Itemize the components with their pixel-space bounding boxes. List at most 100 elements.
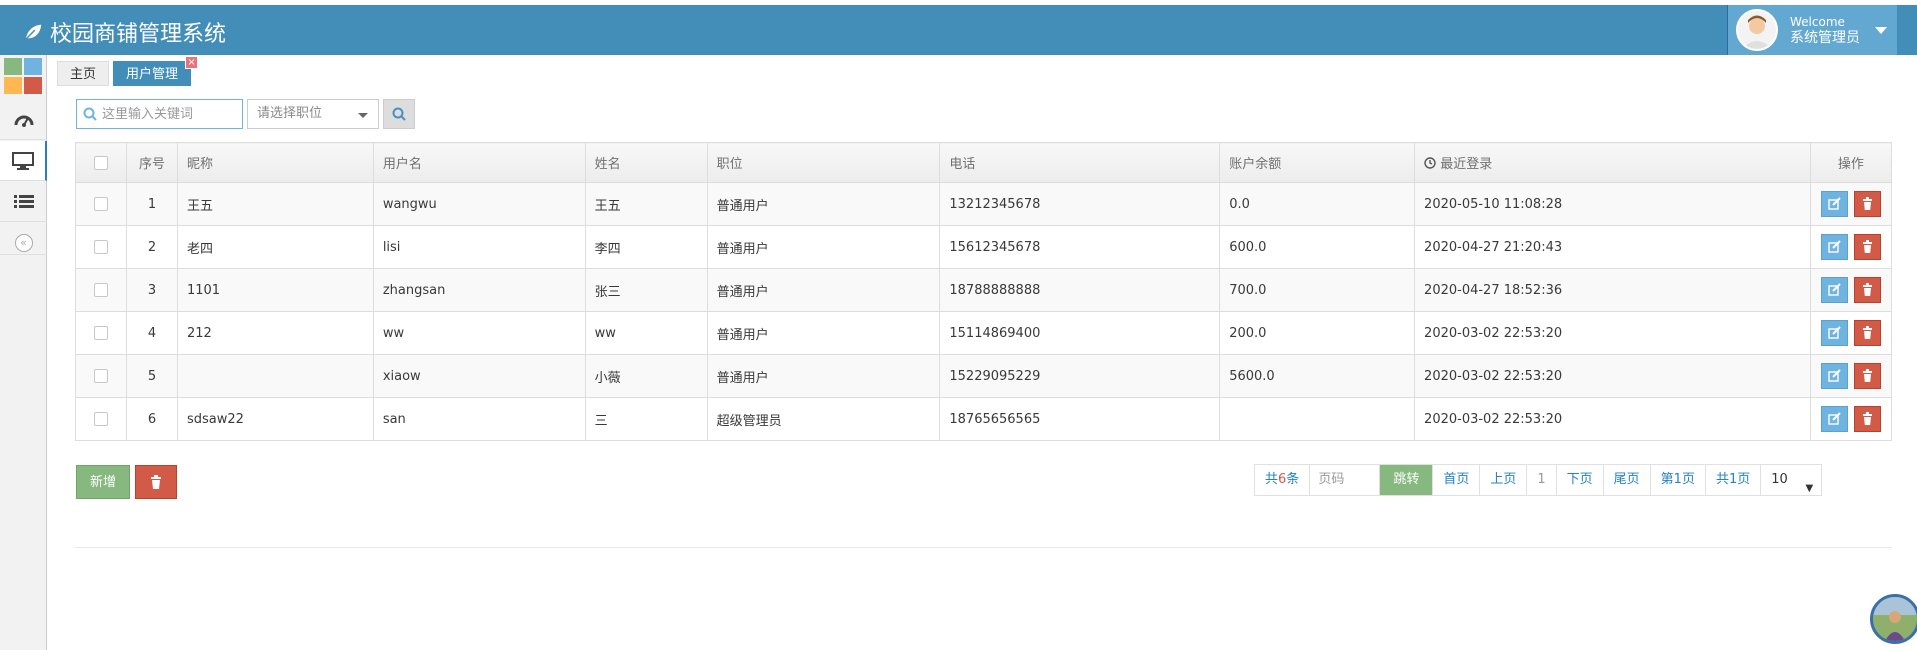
pagination: 共6条 跳转 首页 上页 1 下页 尾页 第1页 共1页 10 ▼: [1254, 464, 1823, 496]
edit-button[interactable]: [1820, 234, 1848, 260]
double-chevron-left-icon: «: [14, 233, 33, 252]
close-icon[interactable]: ×: [185, 56, 199, 69]
total-suffix: 条: [1286, 472, 1300, 487]
cell-no: 6: [125, 397, 178, 441]
col-header-last-login[interactable]: 最近登录: [1414, 142, 1811, 183]
col-header-name[interactable]: 姓名: [584, 142, 708, 183]
current-page: 1: [1527, 465, 1557, 495]
shortcut-grid[interactable]: [4, 58, 42, 94]
col-header-role[interactable]: 职位: [706, 142, 941, 183]
prev-page-link[interactable]: 上页: [1480, 465, 1528, 495]
role-select[interactable]: 请选择职位: [247, 99, 379, 129]
cell-phone: 18788888888: [939, 268, 1221, 312]
delete-button[interactable]: [1853, 363, 1881, 389]
select-all-checkbox[interactable]: [93, 155, 108, 170]
sidebar-item-list[interactable]: [0, 182, 47, 222]
trash-icon: [1862, 197, 1872, 210]
edit-button[interactable]: [1820, 277, 1848, 303]
trash-icon: [1862, 412, 1872, 425]
cell-username: lisi: [372, 225, 586, 269]
cell-role: 普通用户: [706, 354, 941, 398]
caret-down-icon: ▼: [1805, 483, 1814, 494]
search-input[interactable]: [102, 106, 237, 122]
edit-button[interactable]: [1820, 406, 1848, 432]
sidebar-item-desktop[interactable]: [0, 141, 47, 181]
row-checkbox[interactable]: [93, 369, 108, 383]
table-row: 6 sdsaw22 san 三 超级管理员 18765656565 2020-0…: [75, 397, 1893, 441]
cell-last-login: 2020-03-02 22:53:20: [1414, 354, 1811, 398]
cell-balance: 200.0: [1219, 311, 1416, 355]
first-page-link[interactable]: 首页: [1433, 465, 1481, 495]
edit-icon: [1828, 240, 1841, 253]
cell-phone: 15612345678: [939, 225, 1221, 269]
jump-button[interactable]: 跳转: [1380, 465, 1434, 495]
cell-no: 3: [125, 268, 178, 312]
floating-avatar[interactable]: [1870, 594, 1917, 644]
row-checkbox[interactable]: [93, 283, 108, 297]
delete-button[interactable]: [1853, 277, 1881, 303]
edit-button[interactable]: [1820, 191, 1848, 217]
row-checkbox[interactable]: [93, 326, 108, 340]
sidebar-collapse-button[interactable]: «: [0, 231, 47, 255]
list-icon: [13, 194, 34, 208]
add-button[interactable]: 新增: [76, 465, 130, 499]
cell-name: 张三: [584, 268, 708, 312]
tab-user-management[interactable]: 用户管理 ×: [113, 56, 199, 86]
trash-icon: [1862, 326, 1872, 339]
shortcut-blue[interactable]: [24, 58, 42, 75]
row-checkbox[interactable]: [93, 412, 108, 426]
app-title: 校园商铺管理系统: [50, 22, 227, 47]
delete-button[interactable]: [1853, 234, 1881, 260]
edit-icon: [1828, 197, 1841, 210]
page-of: 第1页: [1651, 465, 1706, 495]
welcome-text: Welcome: [1790, 15, 1845, 29]
row-checkbox[interactable]: [93, 240, 108, 254]
cell-balance: [1219, 397, 1416, 441]
shortcut-orange[interactable]: [4, 77, 22, 94]
desktop-icon: [11, 151, 34, 170]
page-input-wrap: [1310, 465, 1381, 495]
row-checkbox[interactable]: [93, 197, 108, 211]
search-icon: [392, 107, 406, 121]
delete-button[interactable]: [1853, 320, 1881, 346]
edit-button[interactable]: [1820, 320, 1848, 346]
cell-no: 5: [125, 354, 178, 398]
col-header-last-login-label: 最近登录: [1440, 157, 1493, 172]
tab-home[interactable]: 主页: [57, 61, 110, 86]
col-header-nickname[interactable]: 昵称: [176, 142, 374, 183]
user-name: 系统管理员: [1790, 30, 1860, 46]
cell-nickname: 王五: [176, 182, 374, 226]
cell-actions: [1809, 225, 1893, 269]
user-menu[interactable]: Welcome 系统管理员: [1727, 5, 1897, 55]
search-button[interactable]: [383, 99, 415, 129]
table-row: 5 xiaow 小薇 普通用户 15229095229 5600.0 2020-…: [75, 354, 1893, 398]
cell-name: ww: [584, 311, 708, 355]
col-header-no[interactable]: 序号: [125, 142, 178, 183]
cell-phone: 13212345678: [939, 182, 1221, 226]
edit-button[interactable]: [1820, 363, 1848, 389]
leaf-icon: [24, 24, 42, 41]
cell-balance: 0.0: [1219, 182, 1416, 226]
delete-button[interactable]: [1853, 406, 1881, 432]
row-select-cell: [75, 311, 127, 355]
table-row: 2 老四 lisi 李四 普通用户 15612345678 600.0 2020…: [75, 225, 1893, 269]
page-size-select[interactable]: 10 ▼: [1761, 465, 1821, 495]
col-header-phone[interactable]: 电话: [939, 142, 1221, 183]
cell-phone: 15229095229: [939, 354, 1221, 398]
last-page-link[interactable]: 尾页: [1604, 465, 1651, 495]
shortcut-green[interactable]: [4, 58, 22, 75]
brand[interactable]: 校园商铺管理系统: [22, 16, 226, 48]
sidebar-item-dashboard[interactable]: [0, 100, 47, 140]
col-header-username[interactable]: 用户名: [372, 142, 586, 183]
batch-delete-button[interactable]: [135, 465, 177, 499]
cell-nickname: [176, 354, 374, 398]
delete-button[interactable]: [1853, 191, 1881, 217]
page-input[interactable]: [1310, 465, 1379, 494]
search-field[interactable]: [76, 99, 243, 129]
shortcut-red[interactable]: [24, 77, 42, 94]
page-size-value: 10: [1771, 472, 1788, 487]
cell-no: 4: [125, 311, 178, 355]
col-header-balance[interactable]: 账户余额: [1219, 142, 1416, 183]
cell-role: 普通用户: [706, 268, 941, 312]
next-page-link[interactable]: 下页: [1557, 465, 1604, 495]
